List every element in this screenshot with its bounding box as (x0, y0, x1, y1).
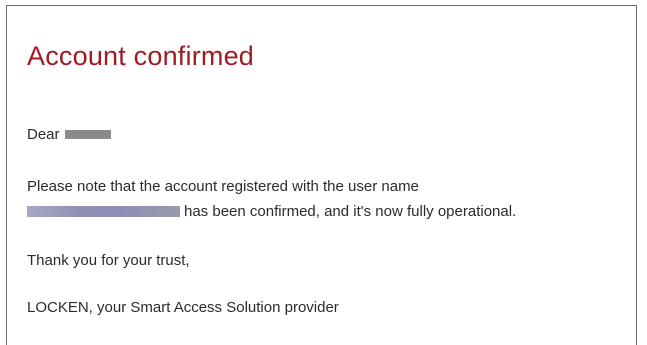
notice-line-1: Please note that the account registered … (27, 178, 419, 195)
notice-line-2: has been confirmed, and it's now fully o… (27, 204, 516, 219)
redacted-recipient-name (64, 129, 111, 139)
thanks-line: Thank you for your trust, (27, 252, 190, 269)
redacted-username (27, 206, 180, 217)
email-message: Account confirmed Dear Please note that … (6, 5, 637, 345)
email-title: Account confirmed (27, 41, 255, 71)
greeting-text: Dear (27, 126, 60, 143)
greeting-line: Dear (27, 127, 111, 142)
signature-line: LOCKEN, your Smart Access Solution provi… (27, 299, 339, 316)
notice-line-2-text: has been confirmed, and it's now fully o… (184, 203, 517, 220)
